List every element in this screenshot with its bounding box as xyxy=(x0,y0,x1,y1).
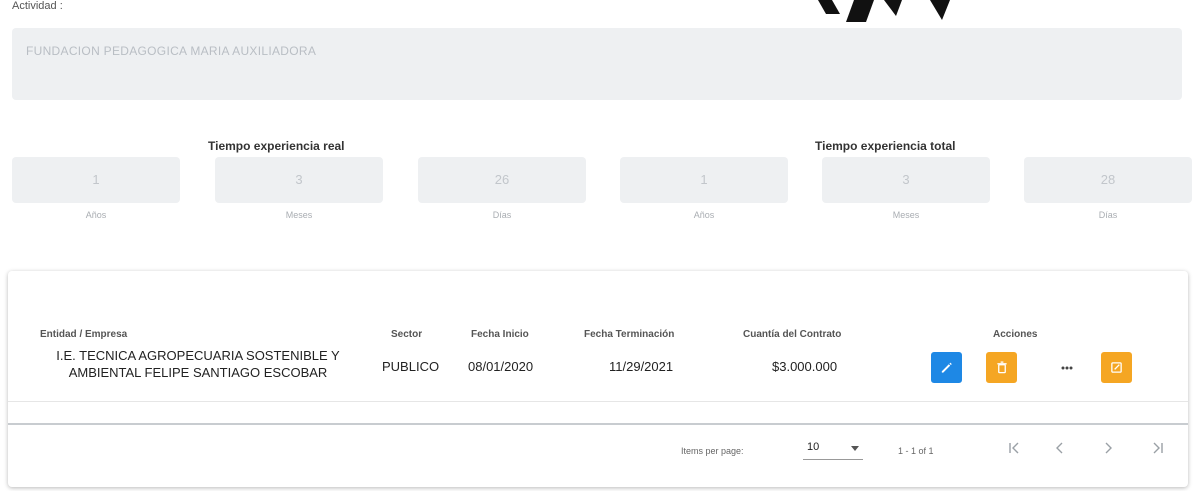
chevron-left-icon xyxy=(1056,442,1063,454)
trash-icon xyxy=(996,361,1007,374)
real-months-caption: Meses xyxy=(285,210,313,220)
total-months-caption: Meses xyxy=(892,210,920,220)
sector-cell: PUBLICO xyxy=(382,359,440,374)
total-months-field: 3 xyxy=(822,157,990,203)
real-months-field: 3 xyxy=(215,157,383,203)
total-days-field: 28 xyxy=(1024,157,1192,203)
entity-line-1: I.E. TECNICA AGROPECUARIA SOSTENIBLE Y xyxy=(56,348,340,363)
experience-table: Entidad / Empresa Sector Fecha Inicio Fe… xyxy=(8,271,1188,487)
total-days-caption: Días xyxy=(1098,210,1118,220)
more-horizontal-icon xyxy=(1061,366,1072,369)
experience-real-title: Tiempo experiencia real xyxy=(208,139,345,153)
top-logo-fragment xyxy=(818,0,950,22)
footer-divider xyxy=(8,423,1188,425)
entity-line-2: AMBIENTAL FELIPE SANTIAGO ESCOBAR xyxy=(68,365,328,380)
more-options-button[interactable] xyxy=(1051,352,1082,383)
edit-button[interactable] xyxy=(931,352,962,383)
last-page-button[interactable] xyxy=(1151,441,1165,459)
header-sector: Sector xyxy=(391,329,423,340)
next-page-button[interactable] xyxy=(1104,441,1114,459)
real-days-field: 26 xyxy=(418,157,586,203)
institution-field: FUNDACION PEDAGOGICA MARIA AUXILIADORA xyxy=(12,28,1182,100)
total-years-caption: Años xyxy=(693,210,715,220)
first-page-button[interactable] xyxy=(1007,441,1021,459)
delete-button[interactable] xyxy=(986,352,1017,383)
real-years-caption: Años xyxy=(85,210,107,220)
items-per-page-label: Items per page: xyxy=(681,446,744,456)
header-actions: Acciones xyxy=(993,329,1038,340)
page-range: 1 - 1 of 1 xyxy=(898,446,934,456)
document-button[interactable] xyxy=(1101,352,1132,383)
chevron-right-icon xyxy=(1105,442,1112,454)
items-per-page-select[interactable]: 10 xyxy=(803,437,863,460)
entity-cell: I.E. TECNICA AGROPECUARIA SOSTENIBLE Y A… xyxy=(12,347,384,381)
pencil-icon xyxy=(941,362,952,373)
row-divider xyxy=(8,401,1188,402)
real-days-caption: Días xyxy=(492,210,512,220)
last-page-icon xyxy=(1153,442,1163,454)
header-entity: Entidad / Empresa xyxy=(40,329,128,340)
field-label: Actividad : xyxy=(12,0,63,12)
header-start-date: Fecha Inicio xyxy=(471,329,529,340)
start-date-cell: 08/01/2020 xyxy=(468,359,534,374)
header-amount: Cuantía del Contrato xyxy=(743,329,842,340)
end-date-cell: 11/29/2021 xyxy=(609,359,674,374)
header-end-date: Fecha Terminación xyxy=(584,329,675,340)
document-icon xyxy=(1111,362,1122,373)
total-years-field: 1 xyxy=(620,157,788,203)
experience-total-title: Tiempo experiencia total xyxy=(815,139,956,153)
items-per-page-value: 10 xyxy=(807,441,820,453)
prev-page-button[interactable] xyxy=(1054,441,1064,459)
chevron-down-icon xyxy=(851,446,859,451)
amount-cell: $3.000.000 xyxy=(772,359,838,374)
real-years-field: 1 xyxy=(12,157,180,203)
first-page-icon xyxy=(1009,442,1019,454)
